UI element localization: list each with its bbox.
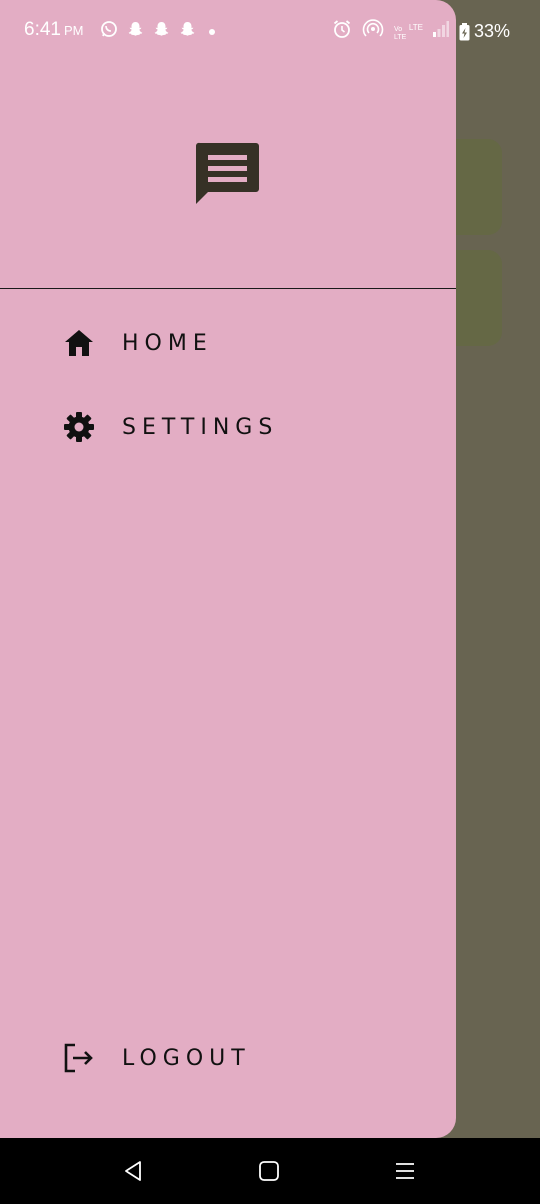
- drawer-item-home[interactable]: HOME: [62, 323, 213, 363]
- whatsapp-icon: [100, 20, 118, 43]
- system-nav-bar: [0, 1138, 540, 1204]
- status-time-ampm: PM: [63, 23, 84, 38]
- notification-icons: [100, 20, 215, 43]
- network-label: LTE: [408, 22, 423, 32]
- snapchat-icon: [153, 21, 170, 43]
- status-time-value: 6:41: [24, 19, 61, 40]
- volte-lte-icon: Vo LTE LTE: [394, 23, 423, 41]
- svg-text:Vo: Vo: [394, 26, 402, 33]
- gear-icon: [62, 410, 96, 444]
- svg-text:LTE: LTE: [394, 34, 406, 41]
- system-icons: Vo LTE LTE 33%: [332, 19, 510, 44]
- drawer-divider: [0, 288, 456, 289]
- status-time: 6:41 PM: [24, 19, 83, 41]
- navigation-drawer: HOME SETTINGS LOGOUT: [0, 0, 456, 1138]
- chat-message-icon: [195, 142, 261, 206]
- snapchat-icon: [127, 21, 144, 43]
- signal-icon: [432, 21, 449, 42]
- drawer-item-settings[interactable]: SETTINGS: [62, 407, 278, 447]
- recents-icon[interactable]: [392, 1158, 418, 1184]
- logout-icon: [62, 1041, 96, 1075]
- drawer-item-home-label: HOME: [122, 330, 213, 356]
- snapchat-icon: [179, 21, 196, 43]
- drawer-item-settings-label: SETTINGS: [122, 414, 279, 440]
- status-bar: 6:41 PM Vo LTE LTE 33%: [0, 0, 540, 60]
- alarm-icon: [332, 19, 352, 44]
- battery-percent: 33%: [473, 21, 510, 41]
- dot-icon: [209, 28, 215, 35]
- home-icon: [62, 326, 96, 360]
- logout-label: LOGOUT: [122, 1045, 251, 1071]
- logout-button[interactable]: LOGOUT: [62, 1038, 251, 1078]
- hotspot-icon: [362, 19, 384, 44]
- back-icon[interactable]: [120, 1158, 146, 1184]
- home-button-icon[interactable]: [256, 1158, 282, 1184]
- battery-charging-icon: 33%: [459, 21, 510, 42]
